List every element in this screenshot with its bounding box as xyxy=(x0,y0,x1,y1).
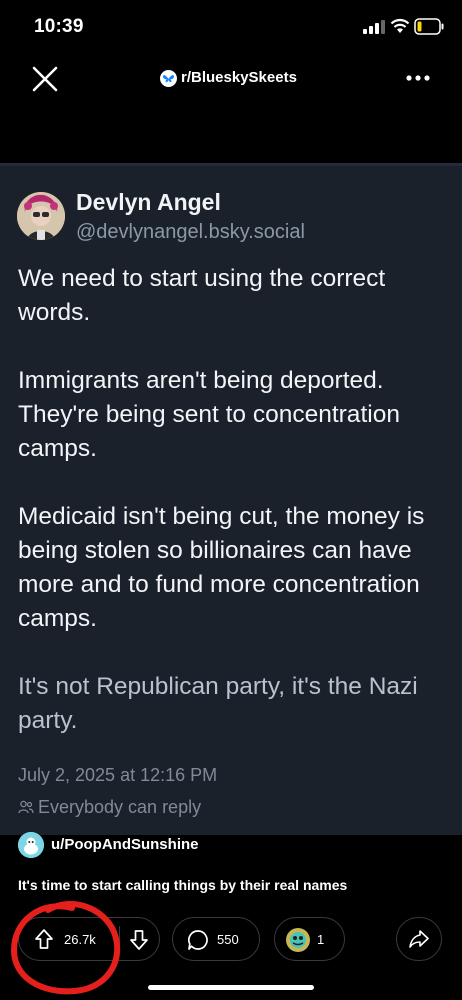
user-avatar[interactable] xyxy=(18,832,44,858)
share-button[interactable] xyxy=(396,917,442,961)
wifi-icon xyxy=(390,18,410,33)
home-indicator xyxy=(148,985,314,990)
post-author-name: Devlyn Angel xyxy=(76,189,221,215)
close-icon[interactable] xyxy=(30,64,60,94)
subreddit-icon xyxy=(160,70,177,87)
post-paragraph: It's not Republican party, it's the Nazi… xyxy=(18,673,425,734)
share-icon xyxy=(409,930,429,948)
post-body: We need to start using the correct words… xyxy=(18,262,448,772)
downvote-icon[interactable] xyxy=(129,929,149,951)
reply-setting: Everybody can reply xyxy=(18,797,201,818)
red-circle-annotation xyxy=(10,901,121,995)
author-avatar xyxy=(17,192,65,240)
award-count: 1 xyxy=(317,932,325,947)
status-time: 10:39 xyxy=(34,16,84,37)
comments-button[interactable]: 550 xyxy=(172,917,260,961)
award-button[interactable]: 1 xyxy=(274,917,345,961)
more-options-icon[interactable] xyxy=(404,68,432,88)
post-date: July 2, 2025 at 12:16 PM xyxy=(18,765,218,785)
reply-setting-label: Everybody can reply xyxy=(38,797,202,817)
post-author-handle: @devlynangel.bsky.social xyxy=(76,221,305,243)
post-paragraph: We need to start using the correct words… xyxy=(18,265,393,326)
award-icon xyxy=(286,928,310,952)
post-username[interactable]: u/PoopAndSunshine xyxy=(51,836,199,853)
battery-icon xyxy=(414,18,444,35)
comment-icon xyxy=(188,930,208,950)
comment-count: 550 xyxy=(217,932,239,947)
post-paragraph: Immigrants aren't being deported. They'r… xyxy=(18,367,407,462)
subreddit-name[interactable]: r/BlueskySkeets xyxy=(181,69,297,86)
post-paragraph: Medicaid isn't being cut, the money is b… xyxy=(18,503,432,632)
people-icon xyxy=(18,800,34,814)
cellular-signal-icon xyxy=(363,20,385,34)
